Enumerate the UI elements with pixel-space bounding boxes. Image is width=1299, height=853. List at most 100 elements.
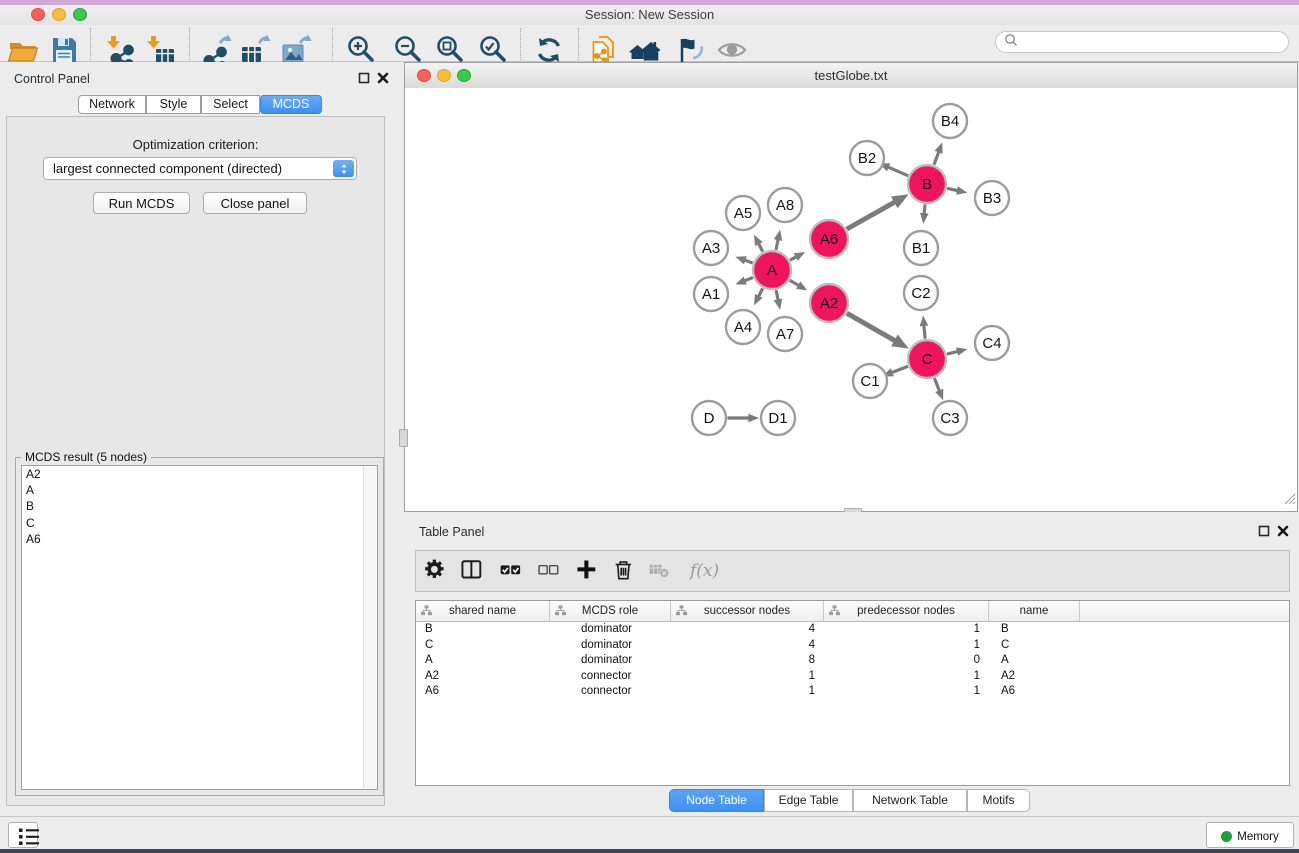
search-input[interactable]: [1022, 33, 1288, 51]
delete-columns-button[interactable]: [610, 556, 640, 586]
graph-node-A6[interactable]: A6: [810, 220, 848, 258]
toolbar-separator: [578, 28, 579, 60]
deselect-all-rows-button[interactable]: [535, 556, 565, 586]
column-header-label: predecessor nodes: [857, 605, 955, 617]
graph-edge-C-C4: [947, 347, 967, 355]
graph-node-A8[interactable]: A8: [768, 188, 802, 222]
tab-select[interactable]: Select: [201, 95, 260, 114]
svg-text:A8: A8: [776, 197, 794, 214]
graph-node-C2[interactable]: C2: [904, 276, 938, 310]
optimization-criterion-select[interactable]: largest connected component (directed): [43, 157, 357, 180]
table-row[interactable]: A2connector11A2: [416, 669, 1289, 685]
select-all-rows-button[interactable]: [497, 556, 527, 586]
delete-table-button[interactable]: [646, 556, 676, 586]
mcds-result-item[interactable]: C: [22, 515, 377, 531]
chevron-up-down-icon: [333, 160, 354, 177]
graph-node-C1[interactable]: C1: [853, 364, 887, 398]
graph-node-C[interactable]: C: [908, 340, 946, 378]
graph-edge-C-C2: [920, 315, 929, 338]
search-box[interactable]: [995, 31, 1289, 53]
graph-node-A4[interactable]: A4: [726, 310, 760, 344]
graph-node-A[interactable]: A: [753, 251, 791, 289]
graph-edge-B-B3: [947, 186, 967, 195]
graph-node-A5[interactable]: A5: [726, 196, 760, 230]
tree-icon: [676, 605, 687, 619]
mcds-result-item[interactable]: A6: [22, 531, 377, 547]
column-header-predecessor-nodes[interactable]: predecessor nodes: [824, 601, 989, 621]
mcds-result-list[interactable]: A2ABCA6: [21, 465, 378, 790]
table-cell: 1: [671, 669, 824, 685]
splitter-handle[interactable]: [399, 429, 408, 447]
svg-text:A: A: [767, 262, 777, 279]
table-cell: connector: [550, 669, 671, 685]
graph-node-A7[interactable]: A7: [768, 317, 802, 351]
result-scrollbar[interactable]: [363, 466, 377, 789]
graph-edge-A-A4: [754, 288, 763, 305]
graph-node-B4[interactable]: B4: [933, 104, 967, 138]
graph-edge-A-A1: [735, 277, 753, 285]
graph-node-D1[interactable]: D1: [761, 401, 795, 435]
column-header-successor-nodes[interactable]: successor nodes: [671, 601, 824, 621]
table-options-button[interactable]: [421, 556, 451, 586]
table-cell: B: [989, 622, 1080, 638]
mcds-result-item[interactable]: B: [22, 498, 377, 514]
svg-text:D1: D1: [768, 410, 787, 427]
graph-node-B2[interactable]: B2: [850, 141, 884, 175]
resize-grip[interactable]: [1282, 491, 1296, 510]
graph-node-C4[interactable]: C4: [975, 326, 1009, 360]
column-header-name[interactable]: name: [989, 601, 1080, 621]
mcds-result-item[interactable]: A2: [22, 466, 377, 482]
graph-nodes: B4 B2 B B3 B1 A5 A8 A3 A6 A A1 A2 C2: [692, 104, 1009, 435]
float-panel-button[interactable]: [1257, 525, 1271, 539]
task-history-button[interactable]: [8, 822, 38, 848]
close-panel-button[interactable]: [376, 72, 390, 86]
float-panel-button[interactable]: [357, 72, 371, 86]
toolbar-separator: [90, 28, 91, 60]
graph-edge-A-A8: [774, 230, 782, 250]
table-row[interactable]: A6connector11A6: [416, 684, 1289, 700]
svg-text:D: D: [704, 410, 715, 427]
tab-style[interactable]: Style: [146, 95, 201, 114]
main-toolbar: [0, 25, 1299, 62]
function-builder-button[interactable]: f(x): [688, 556, 718, 586]
graph-node-B3[interactable]: B3: [975, 181, 1009, 215]
network-canvas[interactable]: B4 B2 B B3 B1 A5 A8 A3 A6 A A1 A2 C2: [405, 88, 1297, 511]
column-header-shared-name[interactable]: shared name: [416, 601, 550, 621]
table-cell: C: [989, 638, 1080, 654]
graph-edge-B-B4: [934, 142, 943, 164]
create-column-button[interactable]: [573, 556, 603, 586]
graph-node-A1[interactable]: A1: [694, 277, 728, 311]
toolbar-separator: [332, 28, 333, 60]
show-columns-button[interactable]: [458, 556, 488, 586]
graph-node-A3[interactable]: A3: [694, 231, 728, 265]
mcds-tab-panel: Optimization criterion: largest connecte…: [6, 116, 385, 806]
optimization-criterion-label: Optimization criterion:: [7, 137, 384, 152]
tab-network-table[interactable]: Network Table: [853, 789, 967, 812]
graph-node-D[interactable]: D: [692, 401, 726, 435]
graph-node-A2[interactable]: A2: [810, 284, 848, 322]
tab-edge-table[interactable]: Edge Table: [764, 789, 853, 812]
tab-motifs[interactable]: Motifs: [967, 789, 1030, 812]
tab-node-table[interactable]: Node Table: [669, 789, 764, 812]
table-row[interactable]: Cdominator41C: [416, 638, 1289, 654]
app-titlebar[interactable]: Session: New Session: [0, 5, 1299, 25]
add-icon: [575, 572, 601, 587]
memory-button[interactable]: Memory: [1206, 822, 1294, 848]
close-mcds-panel-button[interactable]: Close panel: [203, 192, 307, 214]
network-window-titlebar[interactable]: testGlobe.txt: [405, 63, 1297, 89]
table-header-row: shared name MCDS role successor nodes pr…: [416, 601, 1289, 622]
table-cell: A2: [989, 669, 1080, 685]
graph-node-B[interactable]: B: [908, 165, 946, 203]
run-mcds-button[interactable]: Run MCDS: [93, 192, 190, 214]
svg-text:C4: C4: [982, 335, 1001, 352]
tab-mcds[interactable]: MCDS: [260, 95, 322, 114]
table-row[interactable]: Bdominator41B: [416, 622, 1289, 638]
graph-node-B1[interactable]: B1: [904, 231, 938, 265]
tree-icon: [829, 605, 840, 619]
column-header-MCDS-role[interactable]: MCDS role: [550, 601, 671, 621]
graph-node-C3[interactable]: C3: [933, 401, 967, 435]
tab-network[interactable]: Network: [78, 95, 146, 114]
close-panel-button[interactable]: [1276, 525, 1290, 539]
mcds-result-item[interactable]: A: [22, 482, 377, 498]
table-row[interactable]: Adominator80A: [416, 653, 1289, 669]
